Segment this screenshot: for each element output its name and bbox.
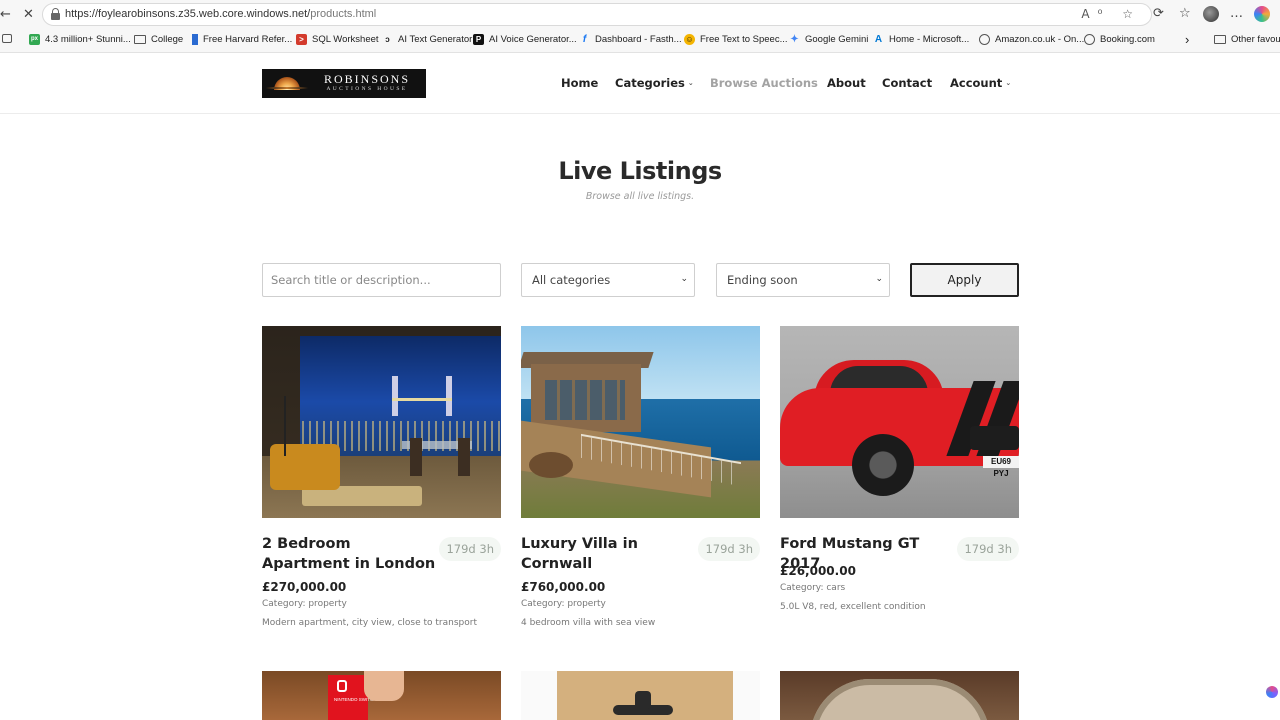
- favourite-6[interactable]: P AI Voice Generator...: [473, 34, 577, 45]
- listing-price: £26,000.00: [780, 564, 856, 578]
- globe-icon: [979, 34, 990, 45]
- back-icon[interactable]: ←: [0, 7, 11, 22]
- favourite-12[interactable]: Booking.com: [1084, 34, 1155, 45]
- listing-card[interactable]: Luxury Villa in Cornwall 179d 3h £760,00…: [521, 326, 760, 636]
- ai-voice-icon: P: [473, 34, 484, 45]
- listing-description: 4 bedroom villa with sea view: [521, 618, 656, 628]
- nav-about[interactable]: About: [827, 76, 866, 90]
- favourite-11[interactable]: Amazon.co.uk - On...: [979, 34, 1084, 45]
- stop-loading-icon[interactable]: ✕: [23, 7, 34, 22]
- listing-description: 5.0L V8, red, excellent condition: [780, 602, 926, 612]
- sort-select-value: Ending soon: [727, 273, 798, 287]
- nav-categories[interactable]: Categories ⌄: [615, 76, 694, 90]
- site-logo[interactable]: ROBINSONS AUCTIONS HOUSE: [262, 69, 426, 98]
- time-left-badge: 179d 3h: [957, 537, 1019, 561]
- favourite-8[interactable]: ☺ Free Text to Speec...: [684, 34, 787, 45]
- category-select[interactable]: All categories ⌄: [521, 263, 695, 297]
- listing-price: £760,000.00: [521, 580, 606, 594]
- logo-text: ROBINSONS: [323, 72, 410, 86]
- folder-icon: [134, 35, 146, 44]
- chevron-down-icon: ⌄: [875, 274, 883, 284]
- ai-text-icon: ↄ: [385, 35, 390, 44]
- extensions-icon[interactable]: ⟳: [1153, 6, 1164, 21]
- px-icon: px: [29, 34, 40, 45]
- listing-image-villa[interactable]: [521, 326, 760, 518]
- favourite-2[interactable]: College: [134, 34, 183, 45]
- listing-price: £270,000.00: [262, 580, 347, 594]
- listing-image-mustang[interactable]: EU69 PYJ: [780, 326, 1019, 518]
- favourites-bar: px 4.3 million+ Stunni... College Free Ha…: [0, 29, 1280, 53]
- listing-category: Category: property: [521, 599, 606, 609]
- url-text[interactable]: https://foylearobinsons.z35.web.core.win…: [65, 8, 376, 20]
- listing-category: Category: property: [262, 599, 347, 609]
- listing-category: Category: cars: [780, 583, 846, 593]
- browser-address-bar: ← ✕ https://foylearobinsons.z35.web.core…: [0, 0, 1280, 29]
- settings-menu-icon[interactable]: …: [1230, 6, 1243, 21]
- license-plate: EU69 PYJ: [983, 456, 1019, 478]
- listing-title[interactable]: 2 Bedroom Apartment in London: [262, 534, 440, 574]
- other-favourites[interactable]: Other favourit: [1214, 34, 1280, 45]
- favourite-3[interactable]: Free Harvard Refer...: [192, 34, 292, 45]
- favourite-1[interactable]: px 4.3 million+ Stunni...: [29, 34, 131, 45]
- page-subtitle: Browse all live listings.: [585, 191, 695, 202]
- sort-select[interactable]: Ending soon ⌄: [716, 263, 890, 297]
- search-input[interactable]: [262, 263, 501, 297]
- favourite-10[interactable]: A Home - Microsoft...: [873, 34, 969, 45]
- nav-account[interactable]: Account ⌄: [950, 76, 1011, 90]
- page-title: Live Listings: [558, 157, 722, 185]
- chevron-down-icon: ⌄: [1005, 79, 1012, 87]
- listing-image-apartment[interactable]: [262, 326, 501, 518]
- copilot-icon[interactable]: [1254, 6, 1270, 22]
- listing-description: Modern apartment, city view, close to tr…: [262, 618, 477, 628]
- more-favourites-chevron-icon[interactable]: ›: [1185, 32, 1189, 47]
- listing-image-coat[interactable]: [521, 671, 760, 720]
- favourite-5[interactable]: ↄ AI Text Generator: [382, 34, 472, 45]
- chevron-down-icon: ⌄: [680, 274, 688, 284]
- site-header: ROBINSONS AUCTIONS HOUSE Home Categories…: [0, 54, 1280, 114]
- listing-card[interactable]: 2 Bedroom Apartment in London 179d 3h £2…: [262, 326, 501, 636]
- listing-image-bag[interactable]: [780, 671, 1019, 720]
- copilot-float-icon[interactable]: [1266, 686, 1278, 698]
- time-left-badge: 179d 3h: [698, 537, 760, 561]
- nav-home[interactable]: Home: [561, 76, 598, 90]
- sidebar-toggle-icon[interactable]: [2, 34, 12, 43]
- smiley-icon: ☺: [684, 34, 695, 45]
- gemini-icon: ✦: [790, 34, 799, 45]
- facebook-icon: f: [582, 34, 587, 45]
- url-field[interactable]: https://foylearobinsons.z35.web.core.win…: [42, 3, 1152, 26]
- azure-icon: A: [874, 34, 883, 45]
- listing-image-switch[interactable]: NINTENDO SWITCH: [262, 671, 501, 720]
- sql-icon: >: [296, 34, 307, 45]
- read-aloud-and-favourite-icons[interactable]: A⁰ ☆: [1081, 7, 1141, 21]
- nav-browse-auctions[interactable]: Browse Auctions: [710, 76, 818, 90]
- listing-card[interactable]: EU69 PYJ Ford Mustang GT 2017 179d 3h £2…: [780, 326, 1019, 621]
- time-left-badge: 179d 3h: [439, 537, 501, 561]
- folder-icon: [1214, 35, 1226, 44]
- chevron-down-icon: ⌄: [687, 79, 694, 87]
- logo-subtext: AUCTIONS HOUSE: [326, 86, 408, 92]
- profile-avatar[interactable]: [1203, 6, 1219, 22]
- category-select-value: All categories: [532, 273, 611, 287]
- bookmark-icon: [192, 34, 198, 45]
- nav-contact[interactable]: Contact: [882, 76, 932, 90]
- favourites-icon[interactable]: ☆: [1179, 6, 1191, 21]
- lock-icon[interactable]: [51, 8, 60, 20]
- favourite-4[interactable]: > SQL Worksheet: [296, 34, 379, 45]
- favourite-7[interactable]: f Dashboard - Fasth...: [579, 34, 682, 45]
- favourite-9[interactable]: ✦ Google Gemini: [789, 34, 868, 45]
- listing-title[interactable]: Luxury Villa in Cornwall: [521, 534, 699, 574]
- apply-button[interactable]: Apply: [910, 263, 1019, 297]
- globe-icon: [1084, 34, 1095, 45]
